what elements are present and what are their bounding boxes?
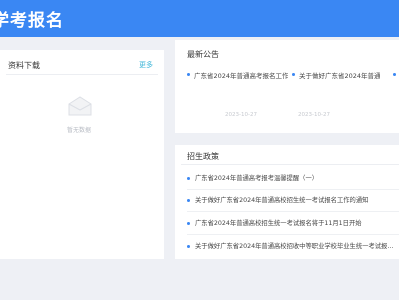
bullet-dot: [187, 177, 190, 180]
announcement-item[interactable]: 关于做好广东省2024年普通高考报名工作的通知: [292, 70, 380, 80]
policy-text: 关于做好广东省2024年普通高校招收中等职业学校毕业生统一考试报名工作的通知: [195, 243, 398, 250]
announcement-text: 广东省2024年普通高考报名工作的通知: [194, 72, 288, 80]
announcement-date: 2023-10-27: [298, 112, 330, 118]
announcement-text: 关于做好广东省2024年普通高考报名工作的通知: [299, 72, 380, 80]
bullet-dot: [187, 73, 190, 76]
policies-divider: [181, 164, 399, 165]
bullet-dot: [187, 199, 190, 202]
policy-text: 关于做好广东省2024年普通高校招生统一考试报名工作的通知: [195, 197, 369, 204]
policy-item[interactable]: 广东省2024年普通高考报考温馨提醒（一）: [187, 173, 399, 186]
downloads-card: 资料下载 更多 暂无数据: [0, 50, 164, 259]
announcements-title: 最新公告: [187, 50, 219, 59]
bullet-dot: [187, 245, 190, 248]
policy-item[interactable]: 关于做好广东省2024年普通高校招生统一考试报名工作的通知: [187, 195, 399, 208]
policies-title: 招生政策: [187, 152, 219, 161]
downloads-divider: [6, 74, 158, 75]
announcement-item[interactable]: [393, 70, 399, 80]
announcement-item[interactable]: 广东省2024年普通高考报名工作的通知: [187, 70, 288, 80]
bullet-dot: [187, 222, 190, 225]
top-bar: 学考报名: [0, 0, 399, 37]
row-divider: [187, 189, 399, 190]
downloads-title: 资料下载: [8, 61, 40, 70]
bullet-dot: [292, 73, 295, 76]
row-divider: [187, 211, 399, 212]
envelope-icon: [68, 96, 92, 116]
empty-data-text: 暂无数据: [67, 127, 92, 134]
policy-text: 广东省2024年普通高校招生统一考试报名将于11月1日开始: [195, 220, 362, 227]
row-divider: [187, 234, 399, 235]
policies-card: 招生政策 广东省2024年普通高考报考温馨提醒（一） 关于做好广东省2024年普…: [175, 145, 399, 259]
announcements-card: 最新公告 广东省2024年普通高考报名工作的通知 2023-10-27 关于做好…: [175, 40, 399, 133]
page-title: 学考报名: [0, 11, 64, 31]
downloads-more-link[interactable]: 更多: [139, 60, 153, 70]
policy-text: 广东省2024年普通高考报考温馨提醒（一）: [195, 175, 319, 182]
announcement-date: 2023-10-27: [225, 112, 257, 118]
bullet-dot: [393, 73, 396, 76]
policy-item[interactable]: 广东省2024年普通高校招生统一考试报名将于11月1日开始: [187, 218, 399, 231]
policy-item[interactable]: 关于做好广东省2024年普通高校招收中等职业学校毕业生统一考试报名工作的通知: [187, 241, 399, 254]
